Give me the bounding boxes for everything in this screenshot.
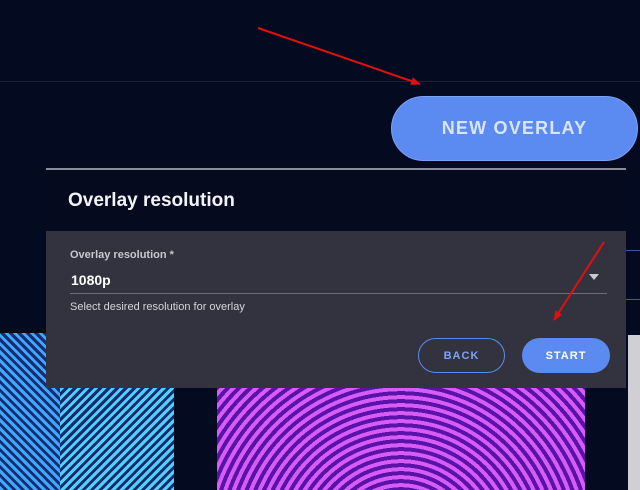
start-button[interactable]: START [522, 338, 610, 373]
arrow-icon [257, 27, 421, 85]
top-divider [0, 81, 640, 82]
new-overlay-button[interactable]: NEW OVERLAY [391, 96, 638, 161]
resolution-field-label: Overlay resolution * [70, 249, 174, 261]
resolution-helper-text: Select desired resolution for overlay [70, 301, 245, 313]
resolution-field-underline [70, 293, 607, 294]
resolution-select[interactable]: 1080p [71, 272, 111, 288]
scrollbar[interactable] [628, 335, 640, 490]
chevron-down-icon[interactable] [589, 274, 599, 280]
back-button[interactable]: BACK [418, 338, 505, 373]
app-screen: NEW OVERLAY Overlay resolution Overlay r… [0, 0, 640, 490]
overlay-thumbnail-purple[interactable] [217, 388, 585, 490]
resolution-dialog: Overlay resolution * 1080p Select desire… [46, 231, 626, 388]
panel-header: Overlay resolution [46, 168, 626, 232]
panel-title: Overlay resolution [68, 190, 235, 211]
